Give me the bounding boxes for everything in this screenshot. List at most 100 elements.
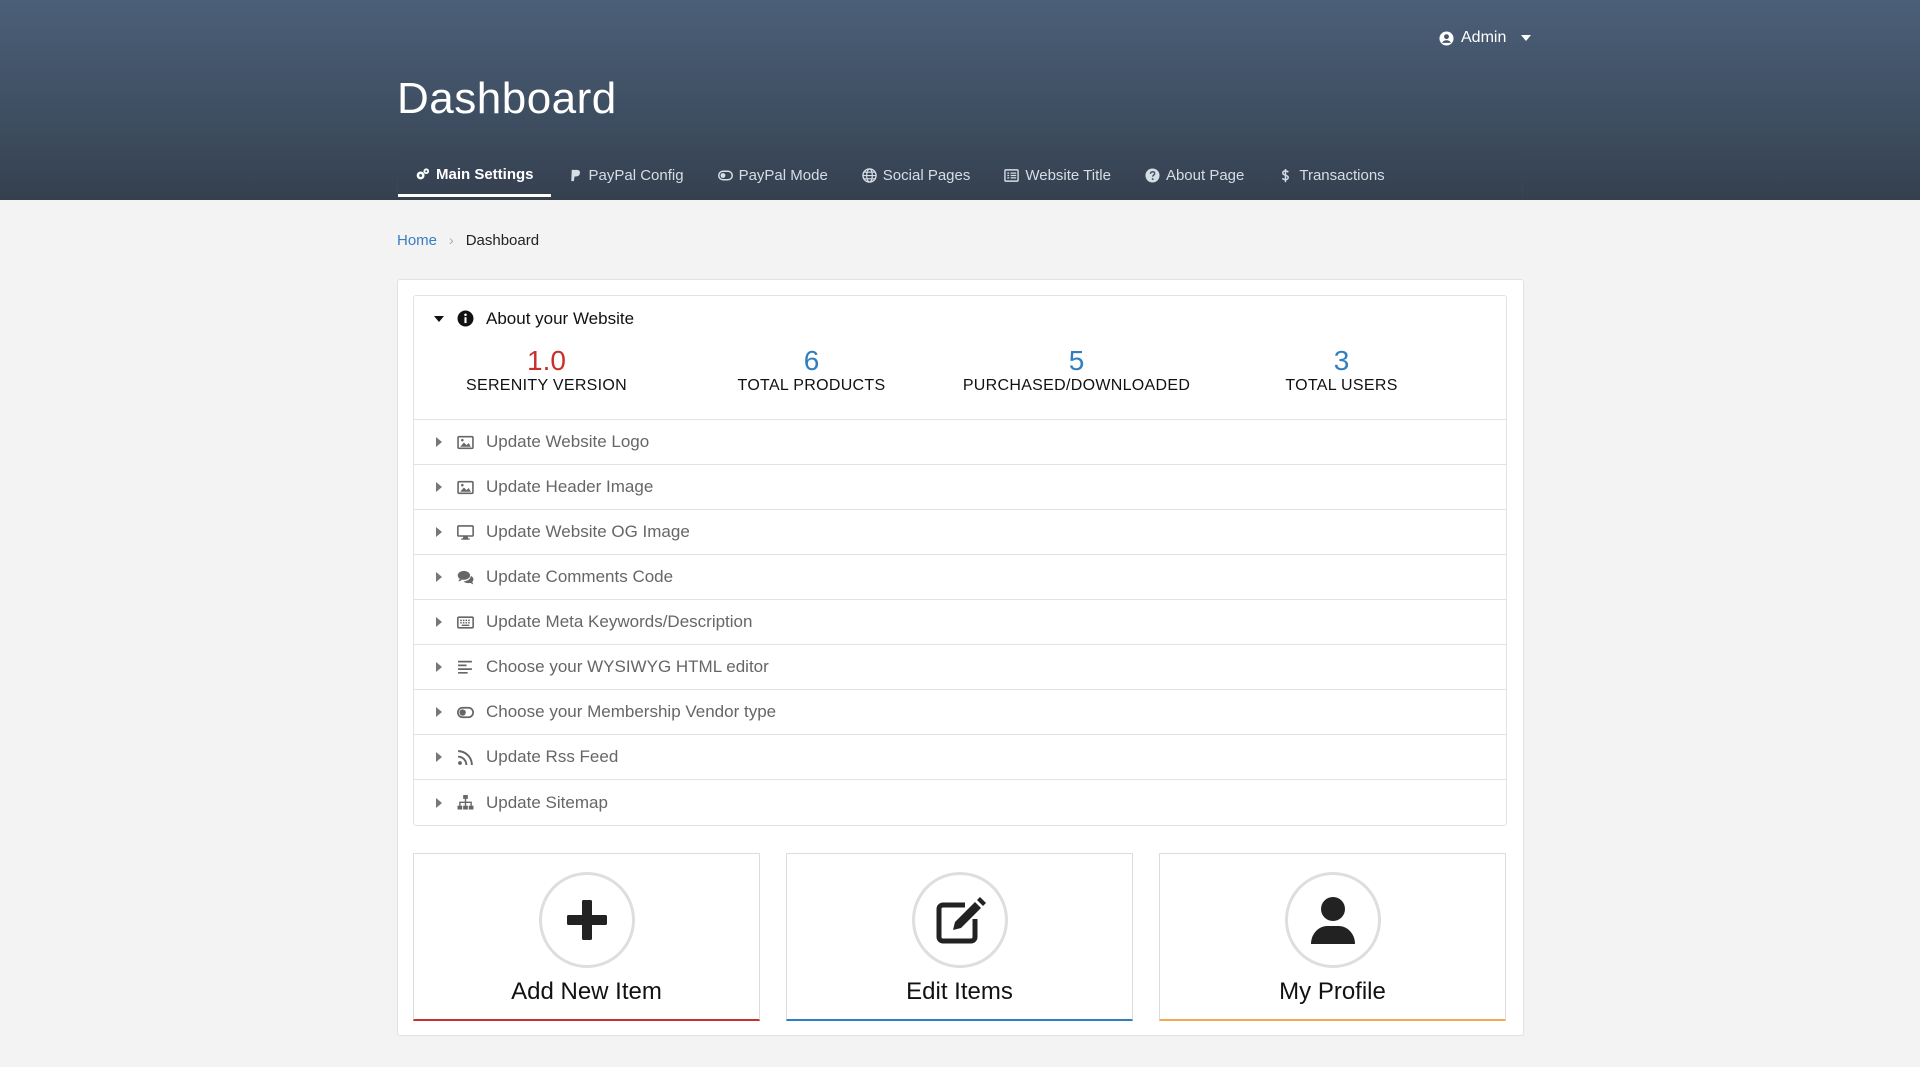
user-name: Admin bbox=[1461, 29, 1507, 46]
setting-label: Update Header Image bbox=[486, 477, 654, 496]
tab-website-title[interactable]: Website Title bbox=[987, 154, 1128, 197]
setting-row-og-image[interactable]: Update Website OG Image bbox=[414, 510, 1506, 555]
tile-label: My Profile bbox=[1279, 978, 1386, 1005]
caret-right-icon bbox=[436, 707, 442, 717]
icon-circle bbox=[911, 872, 1008, 968]
plus-icon bbox=[566, 900, 607, 940]
tab-main-settings[interactable]: Main Settings bbox=[398, 154, 551, 197]
caret-right-icon bbox=[436, 437, 442, 447]
edit-items-button[interactable]: Edit Items bbox=[786, 853, 1133, 1021]
setting-row-comments-code[interactable]: Update Comments Code bbox=[414, 555, 1506, 600]
stat-label: PURCHASED/DOWNLOADED bbox=[962, 377, 1191, 394]
add-new-item-button[interactable]: Add New Item bbox=[413, 853, 760, 1021]
tile-label: Edit Items bbox=[906, 978, 1013, 1005]
tab-label: PayPal Mode bbox=[738, 167, 828, 184]
stat-total-users: 3 TOTAL USERS bbox=[1209, 341, 1474, 419]
user-menu[interactable]: Admin bbox=[1439, 26, 1532, 50]
setting-label: Update Website OG Image bbox=[486, 522, 690, 541]
setting-label: Update Website Logo bbox=[486, 432, 650, 451]
align-left-icon bbox=[457, 660, 472, 674]
page-title: Dashboard bbox=[397, 74, 617, 123]
gears-icon bbox=[416, 167, 430, 179]
stat-version: 1.0 SERENITY VERSION bbox=[414, 341, 679, 419]
setting-label: Choose your Membership Vendor type bbox=[486, 702, 777, 721]
setting-row-website-logo[interactable]: Update Website Logo bbox=[414, 420, 1506, 465]
stat-total-products: 6 TOTAL PRODUCTS bbox=[679, 341, 944, 419]
caret-right-icon bbox=[436, 797, 442, 808]
caret-down-icon bbox=[1521, 35, 1532, 41]
tab-label: Transactions bbox=[1299, 167, 1385, 184]
stat-label: TOTAL USERS bbox=[1285, 377, 1398, 394]
rss-icon bbox=[457, 749, 473, 765]
tab-label: About Page bbox=[1165, 167, 1245, 184]
setting-row-header-image[interactable]: Update Header Image bbox=[414, 465, 1506, 510]
setting-label: Choose your WYSIWYG HTML editor bbox=[486, 657, 769, 676]
setting-row-meta-keywords[interactable]: Update Meta Keywords/Description bbox=[414, 600, 1506, 645]
caret-right-icon bbox=[436, 482, 442, 492]
setting-label: Update Rss Feed bbox=[486, 747, 619, 766]
tab-social-pages[interactable]: Social Pages bbox=[845, 154, 988, 197]
tab-paypal-config[interactable]: PayPal Config bbox=[551, 154, 701, 197]
image-icon bbox=[456, 435, 474, 449]
sitemap-icon bbox=[457, 795, 473, 810]
tab-label: Main Settings bbox=[436, 165, 534, 183]
tab-about-page[interactable]: About Page bbox=[1128, 154, 1261, 197]
caret-right-icon bbox=[436, 752, 442, 762]
keyboard-icon bbox=[456, 615, 474, 629]
setting-label: Update Comments Code bbox=[486, 567, 674, 586]
caret-right-icon bbox=[436, 572, 442, 582]
tab-label: Website Title bbox=[1025, 167, 1111, 184]
setting-row-rss-feed[interactable]: Update Rss Feed bbox=[414, 735, 1506, 780]
caret-right-icon bbox=[436, 662, 442, 672]
stats-row: 1.0 SERENITY VERSION 6 TOTAL PRODUCTS 5 … bbox=[414, 341, 1506, 420]
stat-purchased: 5 PURCHASED/DOWNLOADED bbox=[944, 341, 1209, 419]
caret-down-icon bbox=[434, 315, 444, 322]
stat-value: 6 bbox=[803, 345, 820, 376]
page-header: Admin Dashboard Main Settings PayPal Con… bbox=[0, 0, 1920, 200]
image-icon bbox=[456, 480, 474, 494]
caret-right-icon bbox=[436, 617, 442, 627]
user-circle-icon bbox=[1439, 30, 1454, 46]
about-website-title: About your Website bbox=[486, 308, 635, 328]
tab-label: Social Pages bbox=[882, 167, 971, 184]
dashboard-card: About your Website 1.0 SERENITY VERSION … bbox=[397, 279, 1524, 1036]
chevron-right-icon: › bbox=[449, 232, 454, 248]
quick-actions: Add New Item Edit Items My Profile bbox=[413, 853, 1506, 1021]
user-icon bbox=[1310, 897, 1355, 944]
globe-icon bbox=[862, 168, 877, 183]
breadcrumb-home-link[interactable]: Home bbox=[397, 232, 437, 249]
breadcrumb-current: Dashboard bbox=[465, 231, 540, 249]
tab-paypal-mode[interactable]: PayPal Mode bbox=[701, 154, 845, 197]
tile-label: Add New Item bbox=[511, 978, 662, 1005]
dollar-icon bbox=[1282, 168, 1290, 183]
stat-value: 3 bbox=[1333, 345, 1350, 376]
toggle-icon bbox=[456, 706, 474, 718]
tab-label: PayPal Config bbox=[588, 167, 684, 184]
stat-label: TOTAL PRODUCTS bbox=[737, 377, 886, 394]
info-circle-icon bbox=[457, 310, 473, 327]
setting-row-membership-vendor[interactable]: Choose your Membership Vendor type bbox=[414, 690, 1506, 735]
stat-value: 5 bbox=[1068, 345, 1085, 376]
comments-icon bbox=[457, 570, 473, 584]
setting-label: Update Meta Keywords/Description bbox=[486, 612, 753, 631]
stat-label: SERENITY VERSION bbox=[466, 377, 627, 394]
setting-row-wysiwyg-editor[interactable]: Choose your WYSIWYG HTML editor bbox=[414, 645, 1506, 690]
setting-label: Update Sitemap bbox=[486, 792, 608, 812]
my-profile-button[interactable]: My Profile bbox=[1159, 853, 1506, 1021]
tab-transactions[interactable]: Transactions bbox=[1261, 154, 1401, 197]
question-circle-icon bbox=[1145, 168, 1160, 183]
settings-tabs: Main Settings PayPal Config PayPal Mode … bbox=[397, 153, 1523, 197]
edit-icon bbox=[936, 897, 986, 944]
toggle-icon bbox=[717, 170, 733, 181]
breadcrumb: Home › Dashboard bbox=[397, 229, 539, 251]
setting-row-sitemap[interactable]: Update Sitemap bbox=[414, 780, 1506, 825]
caret-right-icon bbox=[436, 527, 442, 537]
about-website-toggle[interactable]: About your Website bbox=[414, 296, 1506, 341]
list-icon bbox=[1004, 169, 1020, 182]
desktop-icon bbox=[456, 524, 474, 540]
stat-value: 1.0 bbox=[527, 345, 566, 376]
icon-circle bbox=[538, 872, 635, 968]
paypal-icon bbox=[570, 169, 580, 182]
icon-circle bbox=[1284, 872, 1381, 968]
settings-accordion: About your Website 1.0 SERENITY VERSION … bbox=[413, 295, 1507, 826]
